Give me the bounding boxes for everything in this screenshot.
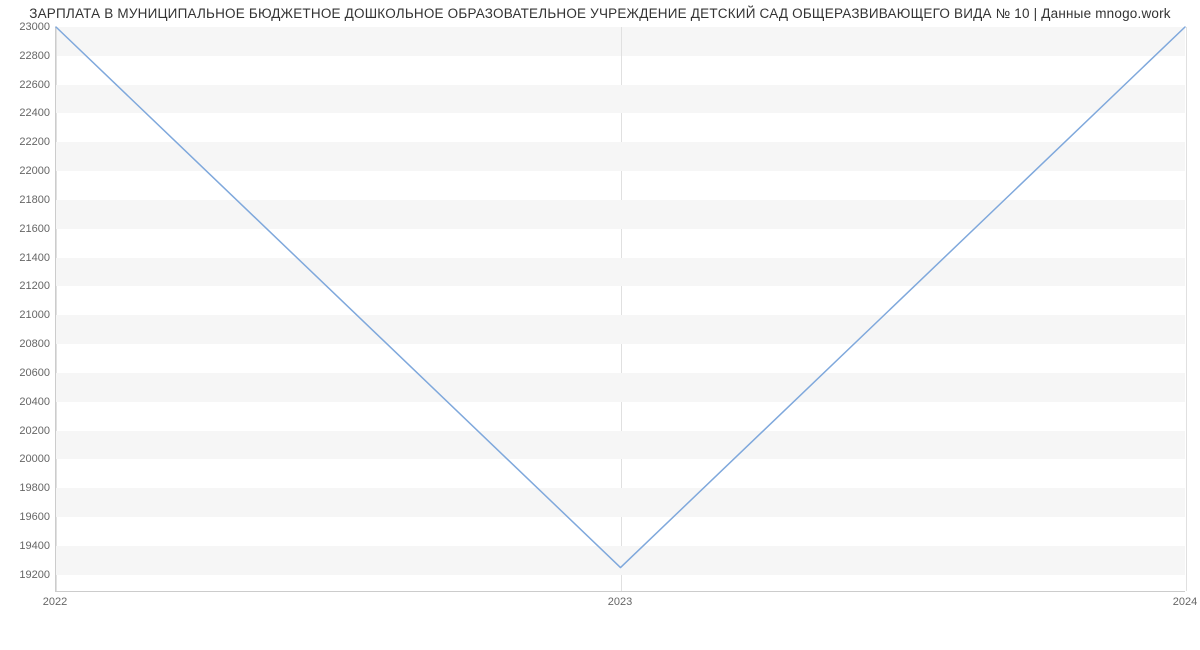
y-tick-label: 21000 bbox=[2, 309, 50, 321]
x-tick-label: 2024 bbox=[1173, 596, 1197, 608]
grid-line-vertical bbox=[1186, 27, 1187, 591]
y-tick-label: 21400 bbox=[2, 252, 50, 264]
y-tick-label: 19400 bbox=[2, 540, 50, 552]
y-tick-label: 20600 bbox=[2, 367, 50, 379]
y-tick-label: 22200 bbox=[2, 136, 50, 148]
y-tick-label: 22800 bbox=[2, 50, 50, 62]
plot-area bbox=[55, 27, 1185, 592]
y-tick-label: 21600 bbox=[2, 223, 50, 235]
y-tick-label: 21200 bbox=[2, 280, 50, 292]
x-tick-label: 2023 bbox=[608, 596, 632, 608]
chart-container: ЗАРПЛАТА В МУНИЦИПАЛЬНОЕ БЮДЖЕТНОЕ ДОШКО… bbox=[0, 0, 1200, 650]
y-tick-label: 23000 bbox=[2, 21, 50, 33]
x-tick-label: 2022 bbox=[43, 596, 67, 608]
y-tick-label: 22400 bbox=[2, 107, 50, 119]
y-tick-label: 19800 bbox=[2, 482, 50, 494]
y-tick-label: 22000 bbox=[2, 165, 50, 177]
y-tick-label: 20800 bbox=[2, 338, 50, 350]
y-tick-label: 19600 bbox=[2, 511, 50, 523]
y-tick-label: 21800 bbox=[2, 194, 50, 206]
y-tick-label: 20000 bbox=[2, 453, 50, 465]
y-tick-label: 19200 bbox=[2, 569, 50, 581]
line-series bbox=[56, 27, 1185, 591]
series-line bbox=[56, 27, 1185, 568]
chart-title: ЗАРПЛАТА В МУНИЦИПАЛЬНОЕ БЮДЖЕТНОЕ ДОШКО… bbox=[0, 6, 1200, 21]
y-tick-label: 20400 bbox=[2, 396, 50, 408]
y-tick-label: 22600 bbox=[2, 79, 50, 91]
y-tick-label: 20200 bbox=[2, 425, 50, 437]
